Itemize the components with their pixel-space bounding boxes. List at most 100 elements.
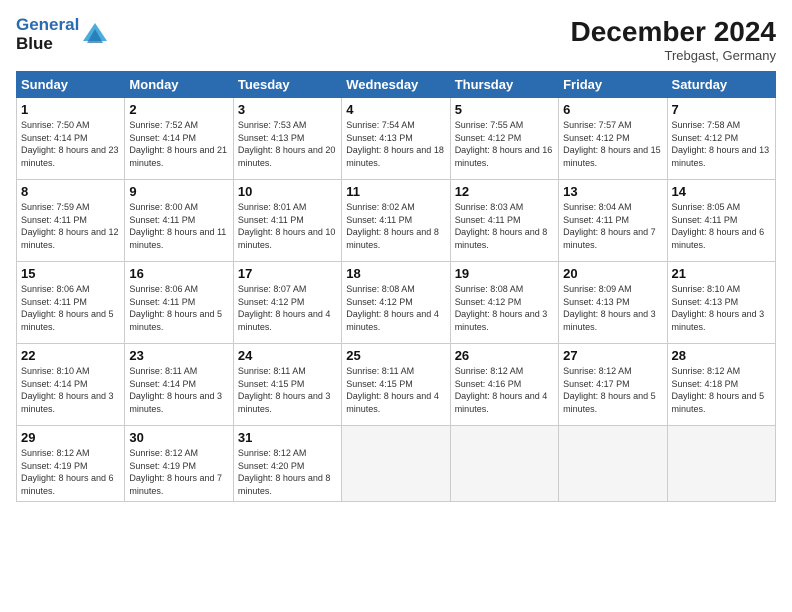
day-number: 14 xyxy=(672,184,771,199)
day-info: Sunrise: 7:53 AMSunset: 4:13 PMDaylight:… xyxy=(238,119,337,169)
calendar-cell: 8 Sunrise: 7:59 AMSunset: 4:11 PMDaylight… xyxy=(17,180,125,262)
day-number: 30 xyxy=(129,430,228,445)
day-number: 12 xyxy=(455,184,554,199)
day-number: 1 xyxy=(21,102,120,117)
calendar-cell: 5Sunrise: 7:55 AMSunset: 4:12 PMDaylight… xyxy=(450,98,558,180)
calendar-cell: 10 Sunrise: 8:01 AMSunset: 4:11 PMDayligh… xyxy=(233,180,341,262)
logo: General Blue xyxy=(16,16,109,53)
title-section: December 2024 Trebgast, Germany xyxy=(571,16,776,63)
day-number: 6 xyxy=(563,102,662,117)
day-info: Sunrise: 8:10 AMSunset: 4:14 PMDaylight:… xyxy=(21,365,120,415)
day-info: Sunrise: 8:07 AMSunset: 4:12 PMDaylight:… xyxy=(238,283,337,333)
day-info: Sunrise: 7:50 AMSunset: 4:14 PMDaylight:… xyxy=(21,119,120,169)
day-number: 20 xyxy=(563,266,662,281)
calendar-cell: 30 Sunrise: 8:12 AMSunset: 4:19 PMDayligh… xyxy=(125,426,233,502)
calendar-week-4: 22 Sunrise: 8:10 AMSunset: 4:14 PMDayligh… xyxy=(17,344,776,426)
calendar-cell xyxy=(450,426,558,502)
day-number: 7 xyxy=(672,102,771,117)
day-info: Sunrise: 7:57 AMSunset: 4:12 PMDaylight:… xyxy=(563,119,662,169)
calendar-header-friday: Friday xyxy=(559,72,667,98)
calendar-cell: 15 Sunrise: 8:06 AMSunset: 4:11 PMDayligh… xyxy=(17,262,125,344)
day-number: 16 xyxy=(129,266,228,281)
day-info: Sunrise: 8:09 AMSunset: 4:13 PMDaylight:… xyxy=(563,283,662,333)
calendar-week-5: 29Sunrise: 8:12 AMSunset: 4:19 PMDayligh… xyxy=(17,426,776,502)
day-number: 23 xyxy=(129,348,228,363)
header: General Blue December 2024 Trebgast, Ger… xyxy=(16,16,776,63)
calendar-cell: 16 Sunrise: 8:06 AMSunset: 4:11 PMDayligh… xyxy=(125,262,233,344)
calendar-header-thursday: Thursday xyxy=(450,72,558,98)
day-info: Sunrise: 8:06 AMSunset: 4:11 PMDaylight:… xyxy=(21,283,120,333)
day-number: 5 xyxy=(455,102,554,117)
day-info: Sunrise: 7:52 AMSunset: 4:14 PMDaylight:… xyxy=(129,119,228,169)
calendar-cell: 23Sunrise: 8:11 AMSunset: 4:14 PMDayligh… xyxy=(125,344,233,426)
day-info: Sunrise: 8:12 AMSunset: 4:18 PMDaylight:… xyxy=(672,365,771,415)
day-number: 27 xyxy=(563,348,662,363)
calendar-cell: 24 Sunrise: 8:11 AMSunset: 4:15 PMDayligh… xyxy=(233,344,341,426)
location: Trebgast, Germany xyxy=(571,48,776,63)
calendar-cell: 14 Sunrise: 8:05 AMSunset: 4:11 PMDayligh… xyxy=(667,180,775,262)
day-number: 22 xyxy=(21,348,120,363)
calendar-header-monday: Monday xyxy=(125,72,233,98)
page-container: General Blue December 2024 Trebgast, Ger… xyxy=(0,0,792,510)
calendar-cell: 6 Sunrise: 7:57 AMSunset: 4:12 PMDaylight… xyxy=(559,98,667,180)
day-number: 11 xyxy=(346,184,445,199)
calendar-cell: 27 Sunrise: 8:12 AMSunset: 4:17 PMDayligh… xyxy=(559,344,667,426)
calendar-cell xyxy=(667,426,775,502)
day-number: 31 xyxy=(238,430,337,445)
day-number: 19 xyxy=(455,266,554,281)
day-number: 15 xyxy=(21,266,120,281)
calendar-cell: 3Sunrise: 7:53 AMSunset: 4:13 PMDaylight… xyxy=(233,98,341,180)
day-info: Sunrise: 8:06 AMSunset: 4:11 PMDaylight:… xyxy=(129,283,228,333)
calendar-cell: 26Sunrise: 8:12 AMSunset: 4:16 PMDayligh… xyxy=(450,344,558,426)
calendar-cell: 28 Sunrise: 8:12 AMSunset: 4:18 PMDayligh… xyxy=(667,344,775,426)
day-info: Sunrise: 7:59 AMSunset: 4:11 PMDaylight:… xyxy=(21,201,120,251)
calendar-cell: 13Sunrise: 8:04 AMSunset: 4:11 PMDayligh… xyxy=(559,180,667,262)
calendar-cell: 31 Sunrise: 8:12 AMSunset: 4:20 PMDayligh… xyxy=(233,426,341,502)
calendar-header-wednesday: Wednesday xyxy=(342,72,450,98)
calendar-week-3: 15 Sunrise: 8:06 AMSunset: 4:11 PMDayligh… xyxy=(17,262,776,344)
calendar-cell: 7 Sunrise: 7:58 AMSunset: 4:12 PMDaylight… xyxy=(667,98,775,180)
calendar-cell: 29Sunrise: 8:12 AMSunset: 4:19 PMDayligh… xyxy=(17,426,125,502)
day-info: Sunrise: 7:54 AMSunset: 4:13 PMDaylight:… xyxy=(346,119,445,169)
logo-icon xyxy=(81,21,109,49)
day-info: Sunrise: 8:12 AMSunset: 4:16 PMDaylight:… xyxy=(455,365,554,415)
calendar: SundayMondayTuesdayWednesdayThursdayFrid… xyxy=(16,71,776,502)
day-info: Sunrise: 8:08 AMSunset: 4:12 PMDaylight:… xyxy=(455,283,554,333)
day-number: 21 xyxy=(672,266,771,281)
day-info: Sunrise: 8:11 AMSunset: 4:15 PMDaylight:… xyxy=(238,365,337,415)
day-info: Sunrise: 8:01 AMSunset: 4:11 PMDaylight:… xyxy=(238,201,337,251)
calendar-cell: 21Sunrise: 8:10 AMSunset: 4:13 PMDayligh… xyxy=(667,262,775,344)
calendar-body: 1 Sunrise: 7:50 AMSunset: 4:14 PMDaylight… xyxy=(17,98,776,502)
day-number: 17 xyxy=(238,266,337,281)
day-info: Sunrise: 8:04 AMSunset: 4:11 PMDaylight:… xyxy=(563,201,662,251)
logo-text: General Blue xyxy=(16,16,79,53)
day-info: Sunrise: 8:11 AMSunset: 4:15 PMDaylight:… xyxy=(346,365,445,415)
day-number: 28 xyxy=(672,348,771,363)
day-number: 24 xyxy=(238,348,337,363)
day-info: Sunrise: 8:12 AMSunset: 4:19 PMDaylight:… xyxy=(129,447,228,497)
day-info: Sunrise: 8:02 AMSunset: 4:11 PMDaylight:… xyxy=(346,201,445,251)
calendar-cell: 11 Sunrise: 8:02 AMSunset: 4:11 PMDayligh… xyxy=(342,180,450,262)
calendar-cell: 18 Sunrise: 8:08 AMSunset: 4:12 PMDayligh… xyxy=(342,262,450,344)
calendar-header-sunday: Sunday xyxy=(17,72,125,98)
day-number: 10 xyxy=(238,184,337,199)
day-info: Sunrise: 8:12 AMSunset: 4:19 PMDaylight:… xyxy=(21,447,120,497)
calendar-header-saturday: Saturday xyxy=(667,72,775,98)
day-info: Sunrise: 8:08 AMSunset: 4:12 PMDaylight:… xyxy=(346,283,445,333)
day-number: 25 xyxy=(346,348,445,363)
calendar-cell: 12 Sunrise: 8:03 AMSunset: 4:11 PMDayligh… xyxy=(450,180,558,262)
day-info: Sunrise: 8:12 AMSunset: 4:17 PMDaylight:… xyxy=(563,365,662,415)
day-number: 2 xyxy=(129,102,228,117)
calendar-cell: 2 Sunrise: 7:52 AMSunset: 4:14 PMDaylight… xyxy=(125,98,233,180)
day-info: Sunrise: 8:03 AMSunset: 4:11 PMDaylight:… xyxy=(455,201,554,251)
calendar-cell: 9Sunrise: 8:00 AMSunset: 4:11 PMDaylight… xyxy=(125,180,233,262)
calendar-header-tuesday: Tuesday xyxy=(233,72,341,98)
day-info: Sunrise: 8:12 AMSunset: 4:20 PMDaylight:… xyxy=(238,447,337,497)
day-number: 4 xyxy=(346,102,445,117)
day-info: Sunrise: 8:00 AMSunset: 4:11 PMDaylight:… xyxy=(129,201,228,251)
day-info: Sunrise: 7:58 AMSunset: 4:12 PMDaylight:… xyxy=(672,119,771,169)
day-info: Sunrise: 8:05 AMSunset: 4:11 PMDaylight:… xyxy=(672,201,771,251)
day-number: 18 xyxy=(346,266,445,281)
day-number: 8 xyxy=(21,184,120,199)
calendar-cell: 19 Sunrise: 8:08 AMSunset: 4:12 PMDayligh… xyxy=(450,262,558,344)
